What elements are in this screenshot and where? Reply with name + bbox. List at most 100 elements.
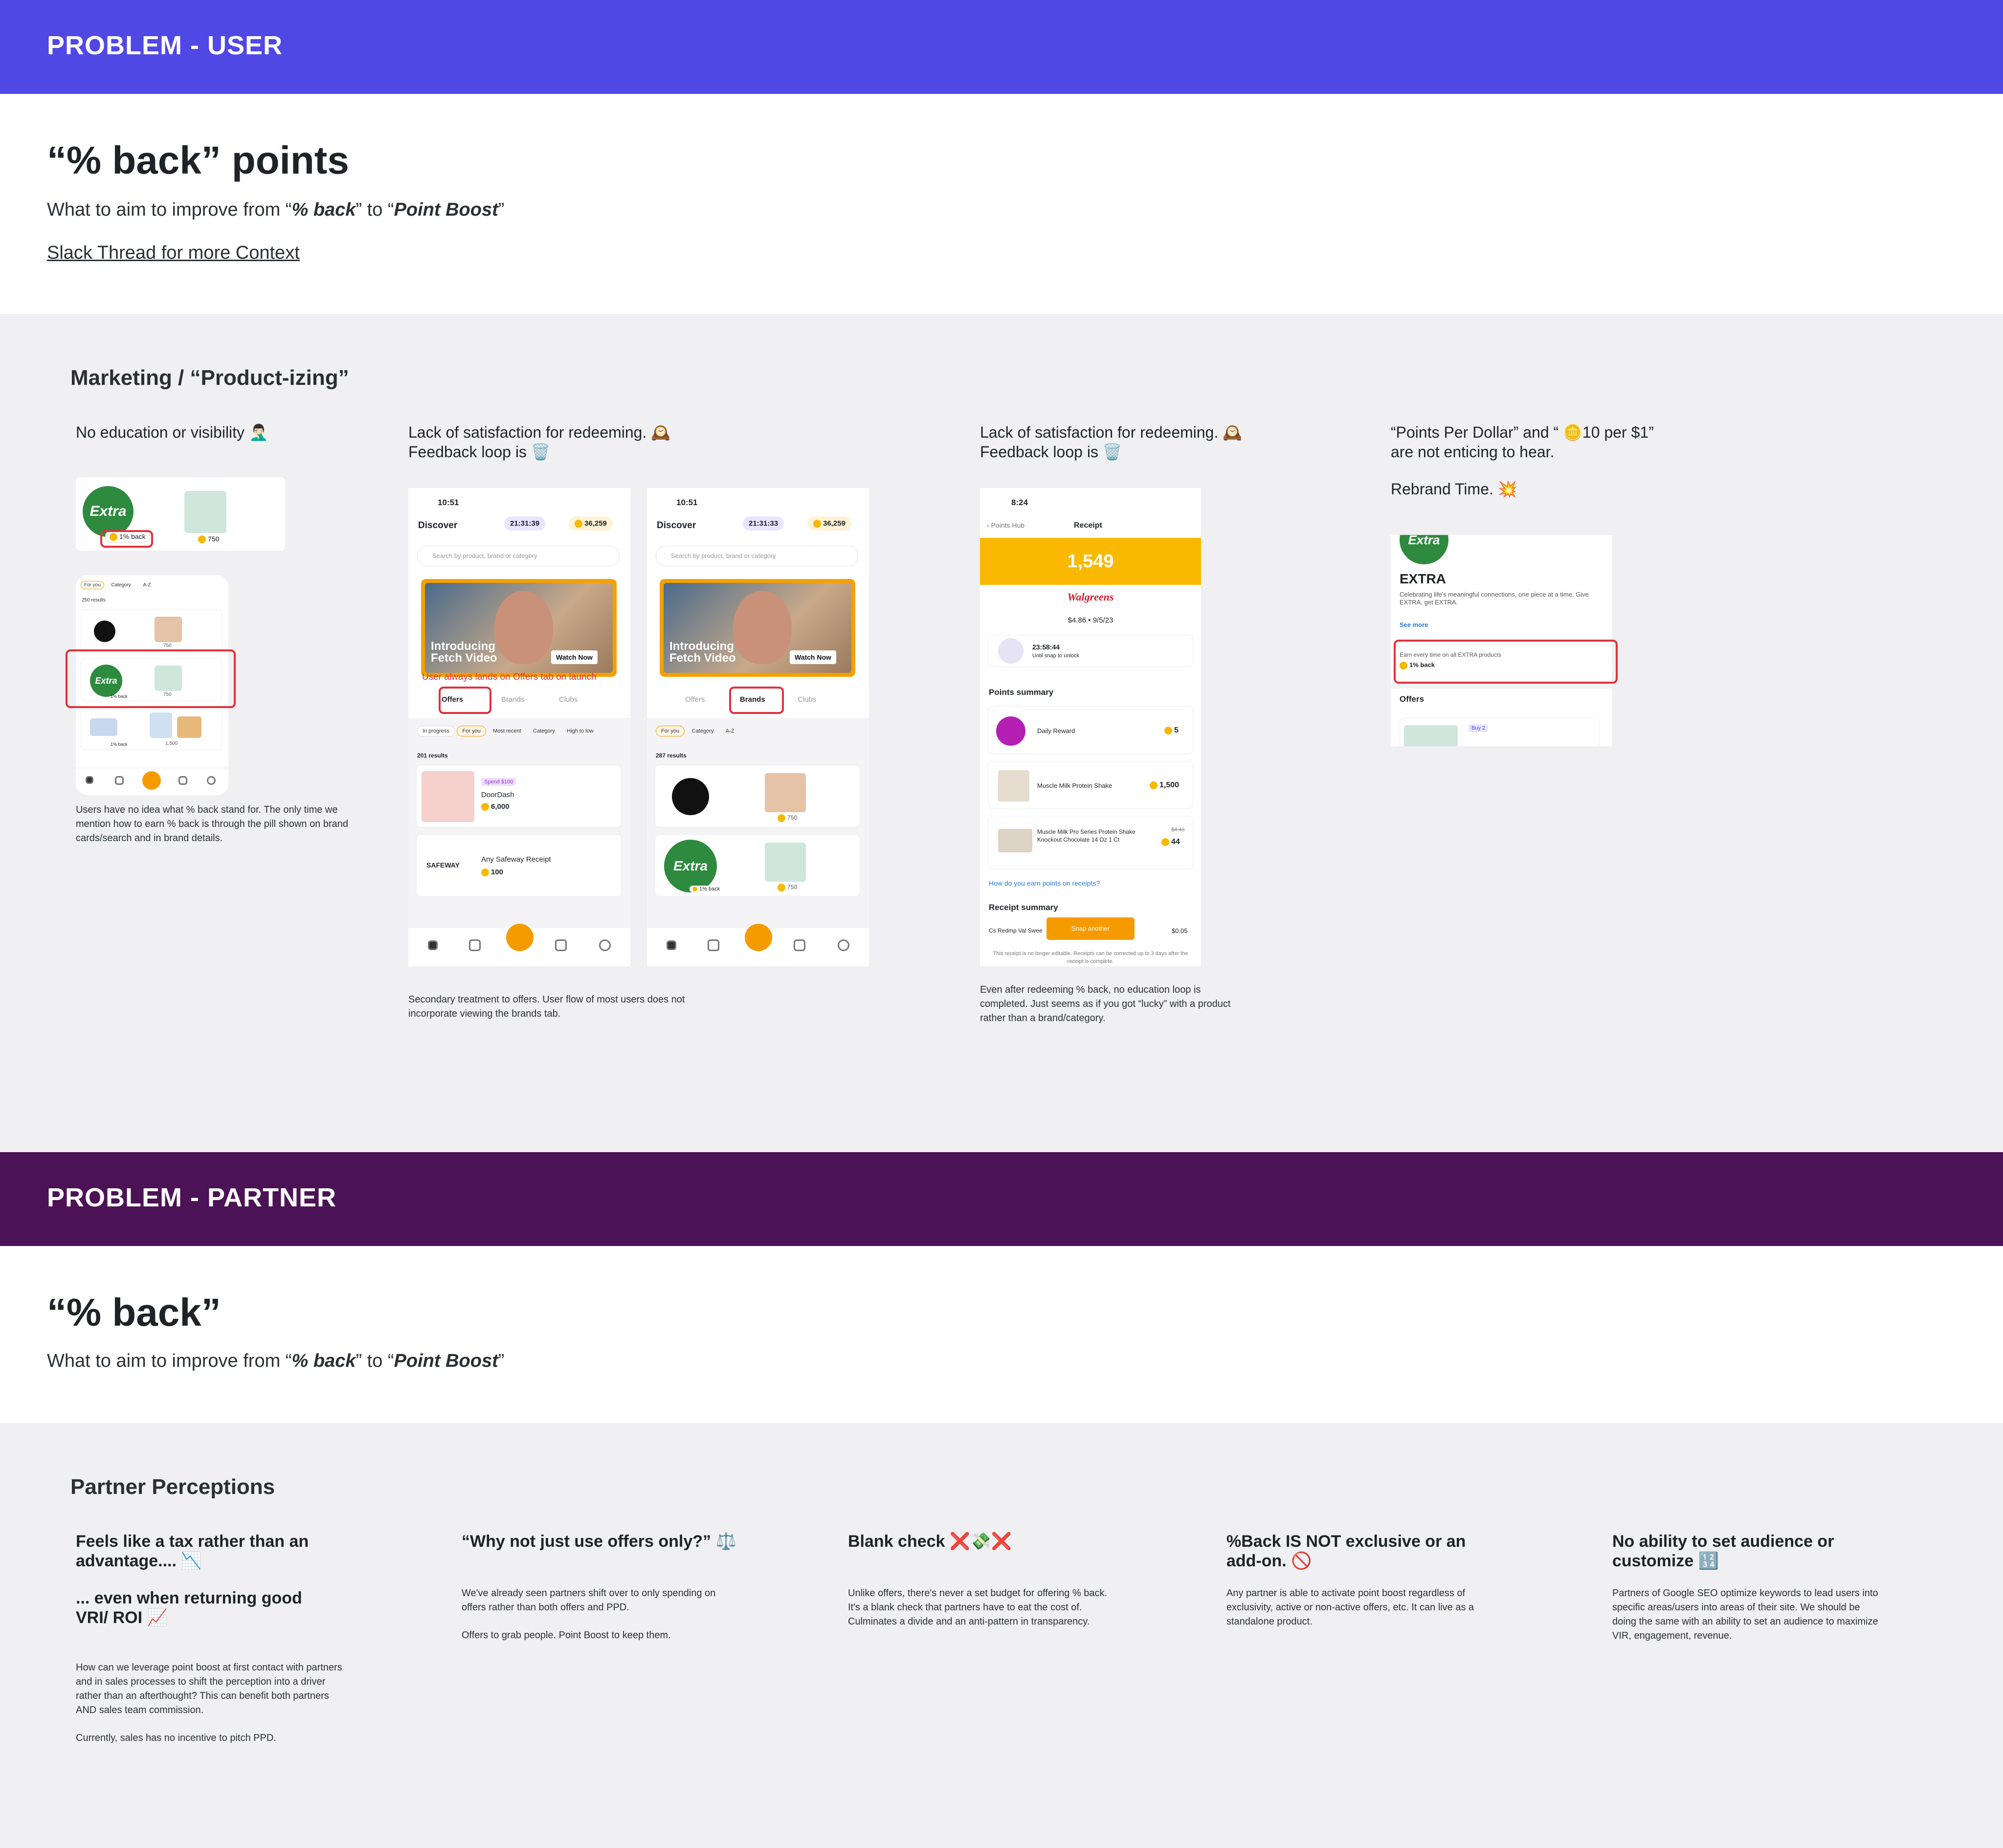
filter-category[interactable]: Category: [528, 726, 560, 736]
col1-title: No education or visibility 🤦🏻‍♂️: [76, 423, 268, 441]
store-name: Walgreens: [1067, 591, 1114, 603]
user-heading: “% back” points: [47, 138, 349, 182]
filter-for-you[interactable]: For you: [457, 726, 486, 736]
brand-row-third[interactable]: 1% back 1,500: [81, 707, 223, 750]
col3-title: Lack of satisfaction for redeeming. 🕰️ F…: [980, 423, 1243, 461]
home-icon[interactable]: [428, 940, 438, 950]
see-more-link[interactable]: See more: [1400, 621, 1428, 628]
filter-high-to-low[interactable]: High to low: [562, 726, 598, 736]
tab-for-you[interactable]: For you: [81, 581, 104, 589]
home-icon[interactable]: [667, 940, 676, 950]
product-image: [765, 843, 806, 882]
slack-thread-link[interactable]: Slack Thread for more Context: [47, 243, 300, 264]
tab-brands[interactable]: Brands: [501, 695, 525, 704]
camera-icon[interactable]: [745, 924, 772, 951]
perception-2-title: “Why not just use offers only?” ⚖️: [462, 1532, 736, 1551]
filters: In progress For you Most recent Category…: [417, 726, 599, 736]
watch-now-button[interactable]: Watch Now: [551, 650, 598, 664]
results-count: 201 results: [417, 752, 448, 759]
fetch-video-banner[interactable]: Introducing Fetch Video Watch Now: [421, 579, 617, 677]
brand-list-tabs: For you Category A-Z: [81, 580, 156, 590]
col1-note: Users have no idea what % back stand for…: [76, 804, 349, 844]
perception-3-title: Blank check ❌💸❌: [848, 1532, 1012, 1551]
points-summary-title: Points summary: [989, 688, 1054, 697]
camera-icon[interactable]: [506, 924, 534, 951]
brand-list-results: 250 results: [82, 598, 106, 603]
partner-band-title: PROBLEM - PARTNER: [47, 1183, 336, 1212]
camera-icon[interactable]: [142, 771, 161, 790]
points-badge: 36,259: [807, 516, 851, 531]
status-time: 10:51: [438, 498, 459, 507]
perception-3-note: Unlike offers, there's never a set budge…: [848, 1588, 1108, 1627]
filter-most-recent[interactable]: Most recent: [488, 726, 526, 736]
tab-a-z[interactable]: A-Z: [138, 580, 156, 590]
rewards-icon[interactable]: [178, 776, 187, 785]
tab-category[interactable]: Category: [106, 580, 136, 590]
profile-icon[interactable]: [599, 939, 611, 951]
tab-clubs[interactable]: Clubs: [798, 695, 816, 704]
offer-safeway[interactable]: SAFEWAY Any Safeway Receipt 100: [416, 834, 622, 897]
annotation-text: User always lands on Offers tab on launc…: [422, 672, 597, 682]
timer-sub: Until snap to unlock: [1032, 653, 1079, 659]
perception-2-note: We've already seen partners shift over t…: [462, 1588, 716, 1613]
receipt-footer: This receipt is no longer editable. Rece…: [993, 951, 1188, 964]
doordash-image: [422, 771, 474, 822]
tab-clubs[interactable]: Clubs: [559, 695, 578, 704]
watch-now-button[interactable]: Watch Now: [790, 650, 836, 664]
marketing-title: Marketing / “Product-izing”: [70, 366, 349, 390]
brand-row-gatorade[interactable]: 750: [655, 765, 860, 827]
brand-row-extra[interactable]: Extra 1% back 750: [655, 834, 860, 897]
offer-doordash[interactable]: Spend $100 DoorDash 6,000: [416, 765, 622, 827]
gatorade-logo: [94, 621, 115, 642]
col3-note: Even after redeeming % back, no educatio…: [980, 984, 1231, 1024]
perception-5-title: No ability to set audience or customize …: [1612, 1532, 1834, 1570]
row-points: 750: [163, 643, 172, 648]
friends-icon[interactable]: [469, 939, 481, 951]
friends-icon[interactable]: [115, 776, 124, 785]
receipt-line: Cs Redmp Val Swee: [989, 927, 1043, 934]
rewards-icon[interactable]: [555, 939, 567, 951]
status-time: 8:24: [1011, 498, 1028, 507]
receipt-points-banner: 1,549: [980, 538, 1201, 585]
search-input[interactable]: Search by product, brand or category: [656, 546, 858, 566]
brand-name: EXTRA: [1400, 571, 1446, 586]
how-earn-link[interactable]: How do you earn points on receipts?: [989, 879, 1100, 887]
snap-another-button[interactable]: Snap another: [1046, 917, 1135, 940]
friends-icon[interactable]: [708, 939, 719, 951]
filter-for-you[interactable]: For you: [656, 726, 685, 736]
tab-offers[interactable]: Offers: [685, 695, 705, 704]
filter-in-progress[interactable]: In progress: [417, 726, 455, 736]
highlight-earn-box: [1394, 640, 1618, 684]
discover-title: Discover: [657, 520, 696, 531]
partner-problem-band: PROBLEM - PARTNER: [0, 1152, 2003, 1246]
filter-category[interactable]: Category: [687, 726, 719, 736]
item-name: Muscle Milk Protein Shake: [1037, 782, 1113, 789]
product-image: [1404, 725, 1458, 746]
perception-1-title2: ... even when returning good VRI/ ROI 📈: [76, 1589, 302, 1627]
home-icon[interactable]: [86, 776, 93, 784]
fetch-video-banner[interactable]: Introducing Fetch Video Watch Now: [660, 579, 855, 677]
row-points: 1,500: [165, 741, 178, 746]
product-image: [998, 770, 1029, 802]
brand-desc: Celebrating life's meaningful connection…: [1400, 591, 1589, 606]
bottom-nav: [76, 768, 228, 795]
brand-row-gatorade[interactable]: 750: [81, 609, 223, 652]
profile-icon[interactable]: [838, 939, 849, 951]
rewards-icon[interactable]: [794, 939, 805, 951]
search-input[interactable]: Search by product, brand or category: [417, 546, 620, 566]
offer-name: Any Safeway Receipt: [481, 855, 551, 864]
highlight-pill-box: [100, 530, 153, 548]
product-image: [998, 829, 1032, 852]
perception-4-note: Any partner is able to activate point bo…: [1226, 1588, 1474, 1627]
offer-points: 6,000: [481, 802, 510, 811]
discover-phone-brands: 10:51 Discover 21:31:33 36,259 Search by…: [647, 488, 869, 966]
profile-icon[interactable]: [207, 776, 216, 785]
offer-card[interactable]: Buy 2: [1400, 718, 1600, 746]
item-points: 1,500: [1150, 781, 1179, 790]
perception-4-title: %Back IS NOT exclusive or an add-on. 🚫: [1226, 1532, 1466, 1570]
filter-a-z[interactable]: A-Z: [721, 726, 739, 736]
perception-2-note2: Offers to grab people. Point Boost to ke…: [462, 1630, 671, 1641]
card-points: 750: [198, 535, 219, 544]
back-link[interactable]: ‹ Points Hub: [987, 521, 1024, 529]
summary-item-pro-series: Muscle Milk Pro Series Protein Shake Kno…: [988, 816, 1193, 869]
